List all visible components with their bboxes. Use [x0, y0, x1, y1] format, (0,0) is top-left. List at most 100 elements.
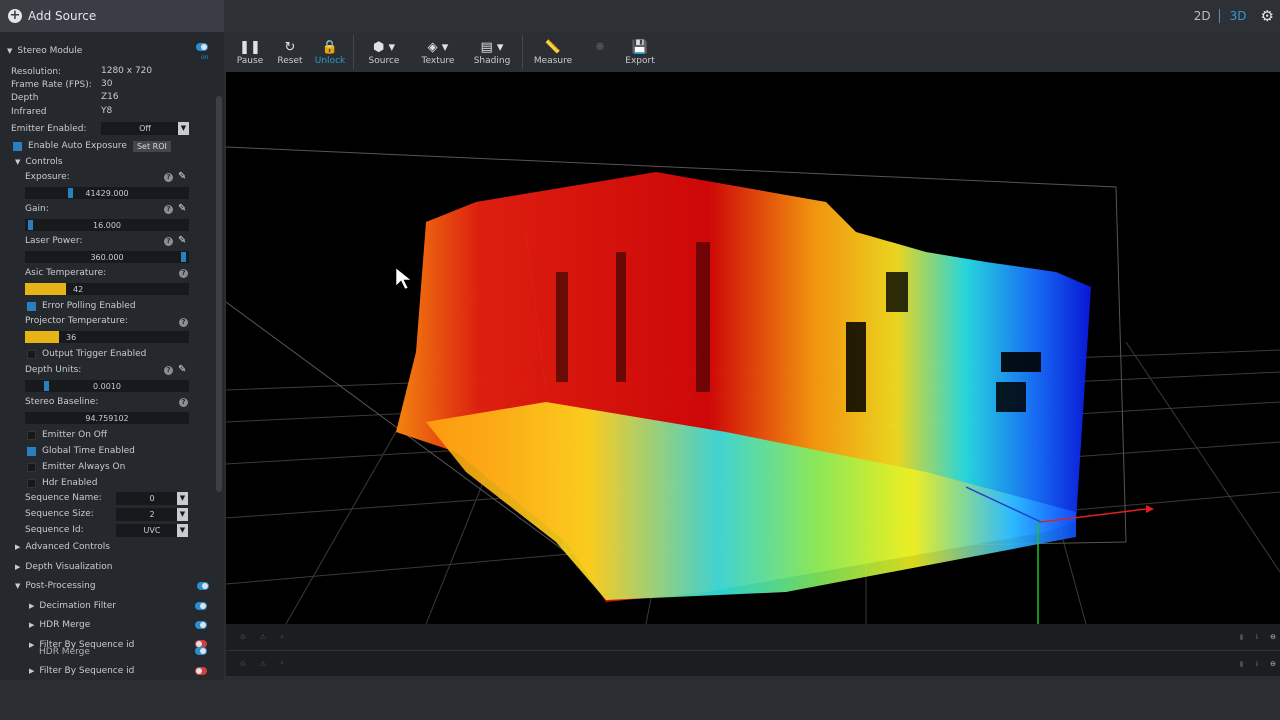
measure-button[interactable]: 📏 Measure — [526, 32, 580, 72]
decimation-filter-item[interactable]: ▶ Decimation Filter — [29, 599, 116, 613]
snapshot-icon[interactable]: ▮ — [1240, 633, 1244, 641]
point-cloud-viewport[interactable] — [226, 72, 1280, 624]
global-time-checkbox[interactable] — [27, 446, 36, 456]
expand-triangle-icon: ▶ — [29, 621, 35, 629]
filter-by-sequence-label-2: Filter By Sequence id — [39, 666, 135, 676]
stereo-module-toggle[interactable] — [196, 43, 208, 51]
pause-icon: ❚❚ — [239, 40, 261, 55]
info-depth: Depth — [11, 91, 38, 105]
output-trigger-label: Output Trigger Enabled — [42, 349, 147, 359]
warning-icon: ⚠ — [259, 659, 267, 668]
laser-power-slider[interactable]: 360.000 — [25, 251, 189, 263]
exposure-value: 41429.000 — [85, 188, 129, 198]
edit-icon[interactable]: ✎ — [178, 172, 188, 182]
post-processing-section[interactable]: ▼ Post-Processing — [15, 579, 96, 593]
source-dropdown[interactable]: ⬢ ▾ Source — [357, 32, 411, 72]
plus-icon: + — [8, 8, 22, 23]
help-icon[interactable]: ? — [179, 269, 188, 278]
reset-button[interactable]: ↻ Reset — [270, 32, 310, 72]
help-icon[interactable]: ? — [179, 318, 188, 327]
set-roi-button[interactable]: Set ROI — [132, 140, 171, 152]
expand-triangle-icon: ▶ — [15, 563, 21, 571]
depth-units-slider-thumb[interactable] — [44, 381, 49, 391]
collapse-icon[interactable]: ⊖ — [1270, 633, 1276, 641]
collapse-icon[interactable]: ⊖ — [1270, 660, 1276, 668]
help-icon[interactable]: ? — [164, 237, 173, 246]
help-icon[interactable]: ? — [164, 366, 173, 375]
advanced-controls-section[interactable]: ▶ Advanced Controls — [15, 540, 110, 554]
decimation-filter-toggle[interactable] — [195, 602, 207, 610]
sidebar-scrollbar[interactable] — [216, 96, 222, 492]
pause-button[interactable]: ❚❚ Pause — [230, 32, 270, 72]
unlock-button[interactable]: 🔒 Unlock — [310, 32, 350, 72]
snapshot-icon[interactable]: ▮ — [1240, 660, 1244, 668]
laser-power-slider-thumb[interactable] — [181, 252, 186, 262]
decimation-filter-label: Decimation Filter — [39, 601, 116, 611]
help-icon[interactable]: ? — [164, 205, 173, 214]
reset-label: Reset — [277, 56, 303, 66]
view-2d-button[interactable]: 2D — [1186, 9, 1220, 23]
hdr-merge-item[interactable]: ▶ HDR Merge — [29, 618, 90, 632]
search-icon: ⌕ — [280, 632, 285, 641]
depth-units-slider[interactable]: 0.0010 — [25, 380, 189, 392]
stream-info-bar-1: ⊙ ⚠ ⌕ ▮ ℹ ⊖ — [226, 624, 1280, 650]
toolbar-divider — [522, 35, 523, 69]
output-trigger-checkbox[interactable] — [27, 349, 36, 359]
bug-icon: ✸ — [594, 40, 606, 55]
edit-icon[interactable]: ✎ — [178, 365, 188, 375]
asic-temperature-fill — [25, 283, 66, 295]
exposure-slider-thumb[interactable] — [68, 188, 73, 198]
settings-gear-icon[interactable]: ⚙ — [1257, 7, 1280, 25]
asic-temperature-bar: 42 — [25, 283, 189, 295]
emitter-on-off-checkbox[interactable] — [27, 430, 36, 440]
gain-slider[interactable]: 16.000 — [25, 219, 189, 231]
depth-visualization-section[interactable]: ▶ Depth Visualization — [15, 560, 113, 574]
auto-exposure-checkbox[interactable] — [13, 141, 22, 151]
error-polling-row: Error Polling Enabled — [27, 299, 136, 313]
sequence-size-select[interactable]: 2 ▼ — [116, 508, 188, 521]
error-polling-checkbox[interactable] — [27, 301, 36, 311]
emitter-always-on-label: Emitter Always On — [42, 462, 126, 472]
stream-status-icon: ⊙ — [240, 633, 246, 641]
exposure-slider[interactable]: 41429.000 — [25, 187, 189, 199]
controls-header[interactable]: ▼ Controls — [15, 155, 63, 169]
filter-by-sequence-toggle-2[interactable] — [195, 667, 207, 675]
info-icon[interactable]: ℹ — [1255, 660, 1258, 668]
sequence-id-select[interactable]: UVC ▼ — [116, 524, 188, 537]
viewer-toolbar: ❚❚ Pause ↻ Reset 🔒 Unlock ⬢ ▾ Source ◈ ▾… — [230, 32, 1280, 72]
emitter-on-off-row: Emitter On Off — [27, 428, 107, 442]
edit-icon[interactable]: ✎ — [178, 236, 188, 246]
emitter-always-on-checkbox[interactable] — [27, 462, 36, 472]
stereo-module-header[interactable]: ▼ Stereo Module — [7, 44, 82, 58]
expand-triangle-icon: ▶ — [29, 641, 35, 649]
add-source-button[interactable]: + Add Source — [0, 0, 224, 32]
emitter-enabled-label: Emitter Enabled: — [11, 124, 87, 134]
edit-icon[interactable]: ✎ — [178, 204, 188, 214]
hdr-enabled-checkbox[interactable] — [27, 478, 36, 488]
sequence-size-label: Sequence Size: — [25, 509, 94, 519]
post-processing-toggle[interactable] — [197, 582, 209, 590]
sequence-size-row: Sequence Size: — [25, 507, 94, 521]
expand-triangle-icon: ▶ — [15, 543, 21, 551]
gain-slider-thumb[interactable] — [28, 220, 33, 230]
auto-exposure-row: Enable Auto Exposure Set ROI — [13, 139, 171, 153]
error-polling-label: Error Polling Enabled — [42, 301, 136, 311]
depth-format-value: Z16 — [101, 92, 119, 102]
hdr-merge-overlap-toggle[interactable] — [195, 647, 207, 655]
emitter-enabled-select[interactable]: Off ▼ — [101, 122, 189, 135]
sequence-name-select[interactable]: 0 ▼ — [116, 492, 188, 505]
auto-exposure-label: Enable Auto Exposure — [28, 141, 127, 151]
export-button[interactable]: 💾 Export — [620, 32, 660, 72]
info-icon[interactable]: ℹ — [1255, 633, 1258, 641]
export-label: Export — [625, 56, 655, 66]
exposure-row: Exposure: — [25, 170, 70, 184]
texture-dropdown[interactable]: ◈ ▾ Texture — [411, 32, 465, 72]
shading-dropdown[interactable]: ▤ ▾ Shading — [465, 32, 519, 72]
help-icon[interactable]: ? — [179, 398, 188, 407]
hdr-merge-toggle[interactable] — [195, 621, 207, 629]
help-icon[interactable]: ? — [164, 173, 173, 182]
filter-by-sequence-item-2[interactable]: ▶ Filter By Sequence id — [29, 664, 134, 678]
hdr-enabled-row: Hdr Enabled — [27, 476, 97, 490]
view-3d-button[interactable]: 3D — [1220, 9, 1257, 23]
hdr-merge-overlap-label: HDR Merge — [39, 647, 90, 657]
